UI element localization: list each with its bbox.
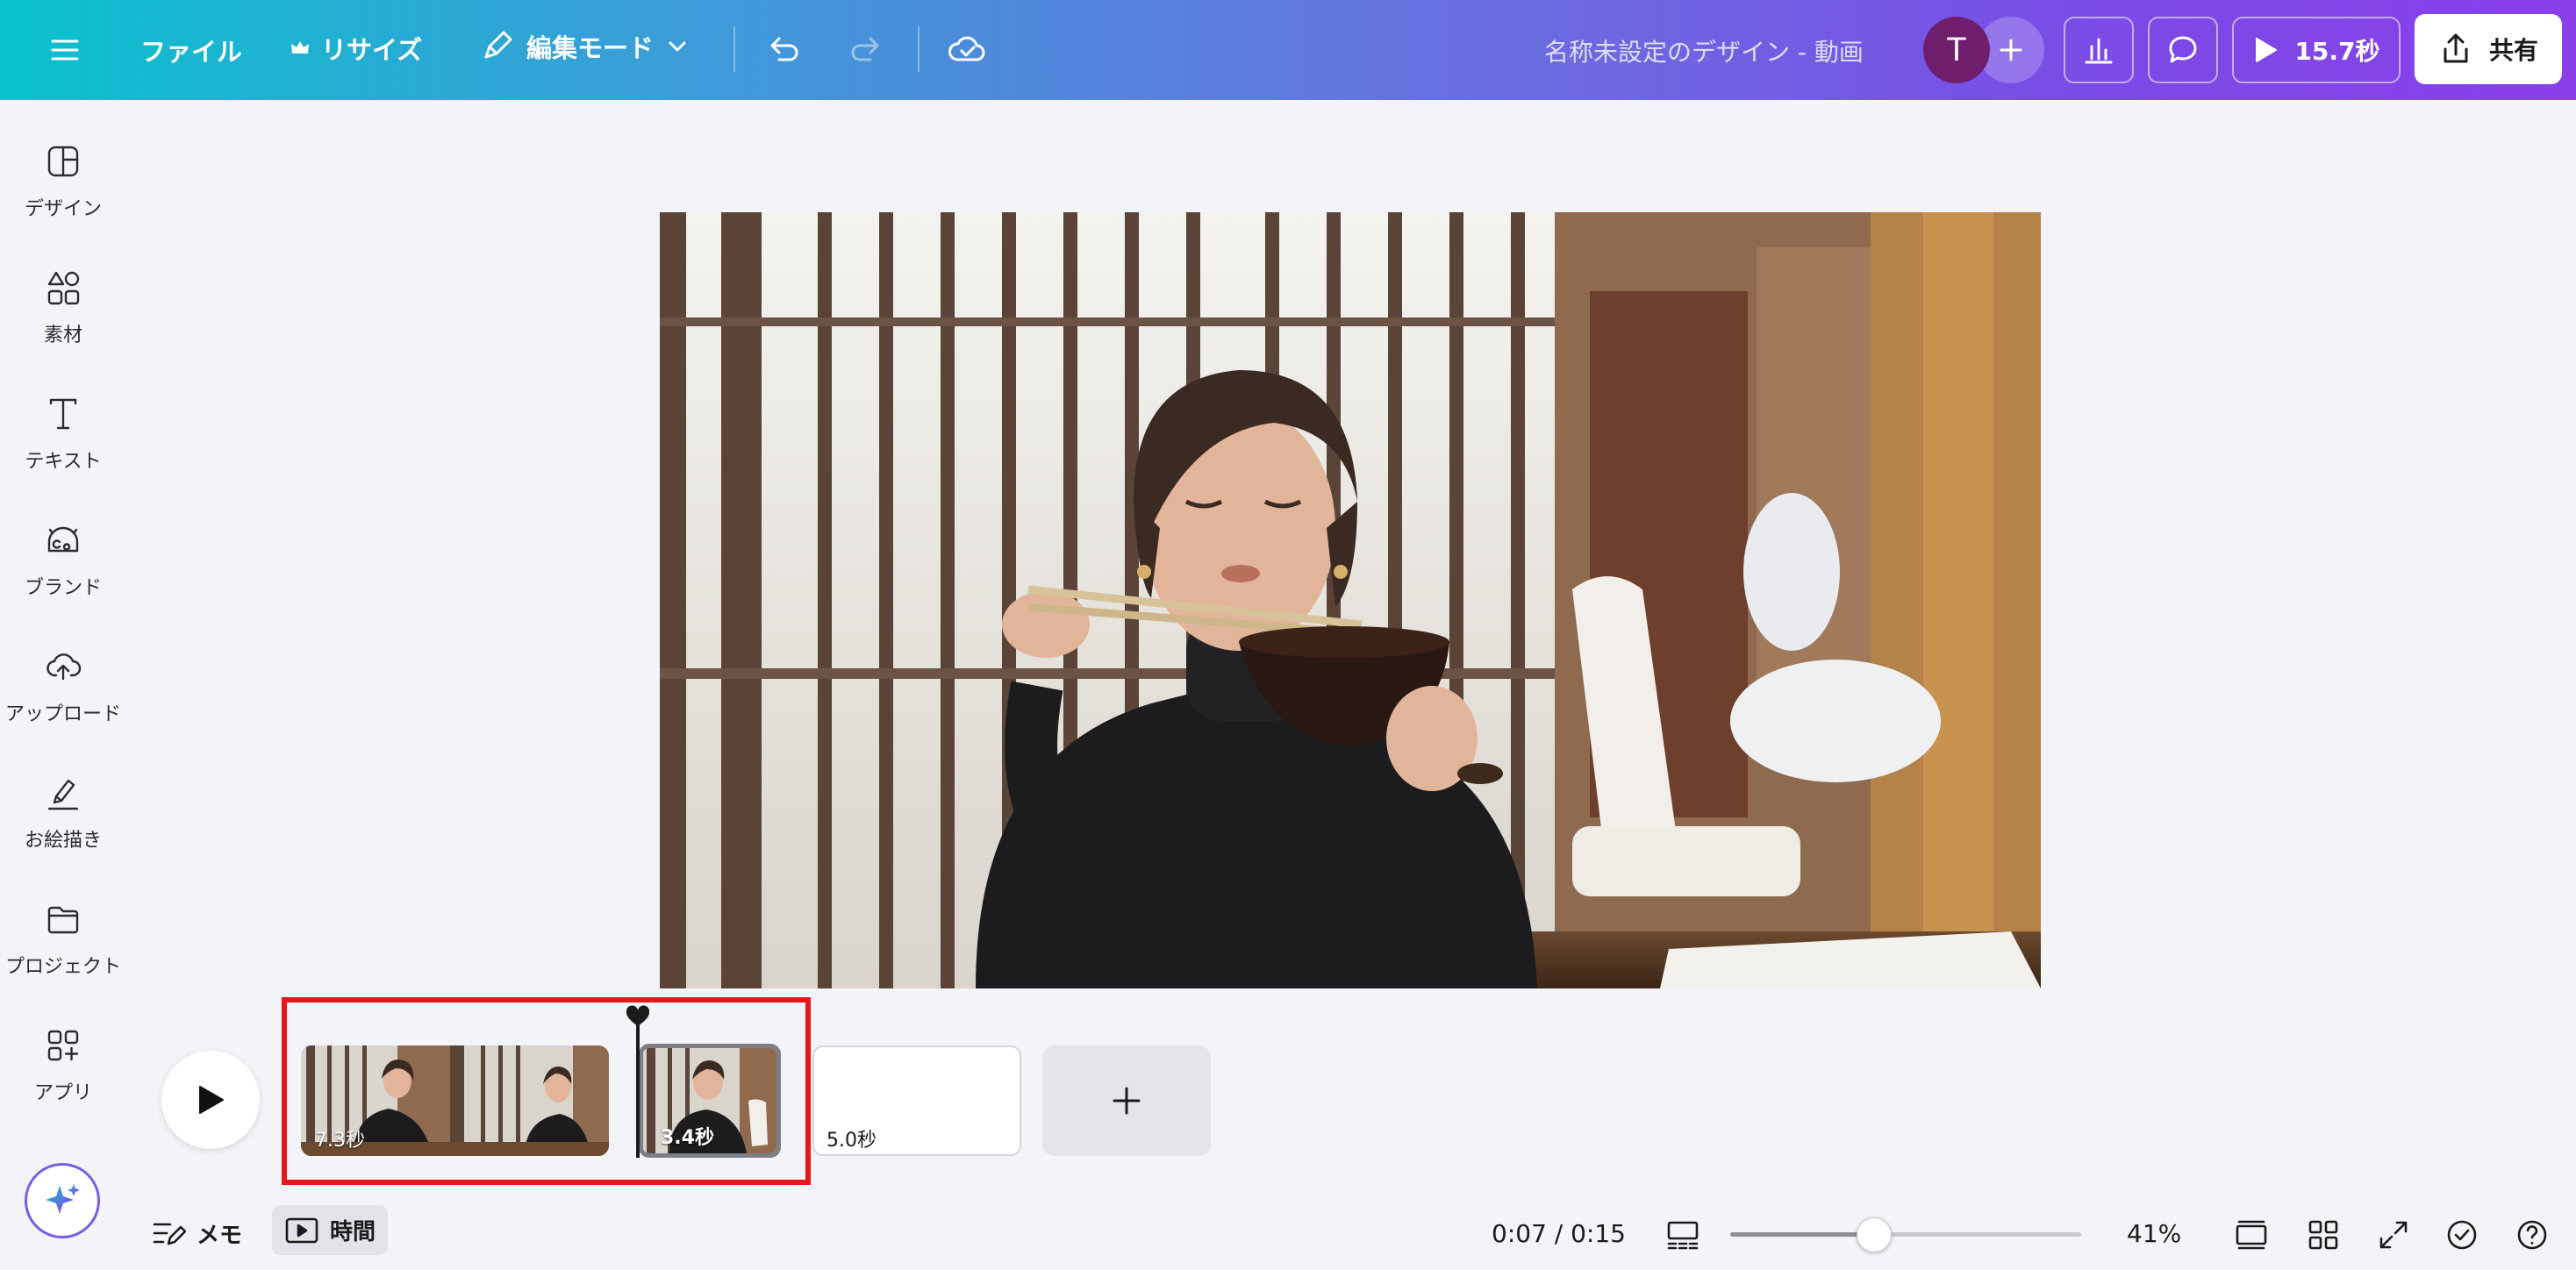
document-title[interactable]: 名称未設定のデザイン - 動画	[1544, 33, 1864, 68]
sidebar-item-design[interactable]: デザイン	[0, 142, 126, 247]
sidebar-item-apps[interactable]: アプリ	[0, 1026, 126, 1131]
avatar[interactable]: T	[1923, 17, 1990, 83]
file-menu[interactable]: ファイル	[140, 32, 242, 68]
page-view-toggle[interactable]	[1664, 1216, 1702, 1254]
redo-icon[interactable]	[844, 28, 888, 72]
zoom-slider[interactable]	[1730, 1232, 2081, 1237]
check-button[interactable]	[2443, 1216, 2481, 1254]
sidebar-item-label: プロジェクト	[4, 956, 121, 978]
sidebar-item-projects[interactable]: プロジェクト	[0, 900, 126, 1005]
notes-icon	[153, 1223, 186, 1245]
bar-chart-icon	[2085, 38, 2113, 64]
sidebar-item-label: アップロード	[4, 703, 121, 725]
divider	[918, 26, 919, 72]
cloud-saved-icon[interactable]	[944, 26, 990, 72]
help-icon	[2517, 1220, 2547, 1250]
present-button[interactable]: 15.7秒	[2232, 17, 2401, 83]
divider	[733, 26, 735, 72]
present-duration: 15.7秒	[2294, 37, 2380, 66]
time-readout: 0:07 / 0:15	[1492, 1219, 1626, 1248]
edit-mode-dropdown[interactable]: 編集モード	[479, 28, 689, 65]
clip-duration: 5.0秒	[826, 1130, 877, 1152]
sidebar-item-uploads[interactable]: アップロード	[0, 647, 126, 753]
upload-cloud-icon	[47, 653, 82, 681]
timeline-highlight-box	[282, 997, 811, 1185]
sidebar-item-brand[interactable]: ブランド	[0, 521, 126, 626]
sidebar-item-label: テキスト	[25, 451, 102, 473]
notes-button[interactable]: メモ	[151, 1216, 242, 1251]
menu-icon[interactable]	[44, 29, 86, 71]
zoom-slider-fill	[1730, 1232, 1874, 1237]
expand-icon	[2379, 1221, 2408, 1249]
shapes-icon	[47, 271, 80, 305]
timer-button[interactable]: 時間	[272, 1205, 389, 1255]
sidebar-item-label: ブランド	[24, 577, 102, 599]
notes-label: メモ	[197, 1222, 243, 1249]
sidebar-item-label: お絵描き	[24, 830, 102, 852]
crown-icon	[291, 41, 309, 54]
draw-icon	[47, 779, 79, 810]
layout-icon	[47, 146, 79, 177]
video-timeline-icon	[285, 1217, 318, 1243]
chevron-down-icon	[669, 41, 686, 52]
play-icon	[199, 1086, 224, 1114]
edit-mode-label: 編集モード	[526, 33, 655, 63]
share-icon	[2444, 33, 2468, 63]
grid-view-button[interactable]	[2304, 1216, 2343, 1254]
zoom-percentage[interactable]: 41%	[2127, 1219, 2181, 1248]
text-icon	[49, 398, 77, 430]
folder-icon	[47, 906, 79, 934]
fullscreen-button[interactable]	[2374, 1216, 2413, 1254]
sidebar-item-label: 素材	[43, 325, 82, 346]
plus-icon	[1113, 1087, 1141, 1115]
timeline-play-button[interactable]	[161, 1051, 260, 1149]
pencil-icon	[484, 31, 512, 59]
help-button[interactable]	[2513, 1216, 2551, 1254]
sidebar-item-elements[interactable]: 素材	[0, 268, 126, 374]
insights-button[interactable]	[2064, 17, 2134, 83]
resize-button[interactable]: リサイズ	[290, 30, 422, 67]
magic-assistant-button[interactable]	[25, 1163, 100, 1238]
zoom-slider-handle[interactable]	[1857, 1217, 1892, 1252]
comment-icon	[2169, 36, 2197, 63]
add-page-button[interactable]	[1042, 1045, 1211, 1156]
brand-icon	[47, 526, 79, 553]
sidebar-item-label: アプリ	[33, 1082, 92, 1104]
sidebar: デザイン 素材 テキスト ブランド アップロード お絵描き プロジェクト アプリ	[0, 100, 126, 1270]
play-icon	[2256, 38, 2278, 62]
sparkle-icon	[46, 1184, 80, 1214]
pages-icon	[2236, 1220, 2267, 1250]
sidebar-item-text[interactable]: テキスト	[0, 395, 126, 500]
design-canvas[interactable]	[660, 212, 2041, 988]
resize-label: リサイズ	[321, 35, 423, 65]
sidebar-item-label: デザイン	[24, 198, 102, 220]
pages-view-button[interactable]	[2232, 1216, 2271, 1254]
sidebar-item-draw[interactable]: お絵描き	[0, 774, 126, 879]
grid-icon	[2308, 1220, 2338, 1250]
time-label: 時間	[330, 1219, 376, 1245]
comment-button[interactable]	[2148, 17, 2218, 83]
share-button[interactable]: 共有	[2415, 14, 2562, 84]
share-label: 共有	[2488, 36, 2538, 65]
apps-icon	[47, 1030, 79, 1061]
check-circle-icon	[2447, 1220, 2477, 1250]
timeline-clip-empty[interactable]: 5.0秒	[812, 1045, 1021, 1156]
video-frame-image	[660, 212, 2041, 988]
undo-icon[interactable]	[762, 28, 805, 72]
plus-icon	[2000, 39, 2022, 61]
top-bar: ファイル リサイズ 編集モード 名称未設定のデザイン - 動画 T 15.7秒 …	[0, 0, 2576, 100]
page-layout-icon	[1667, 1221, 1699, 1250]
